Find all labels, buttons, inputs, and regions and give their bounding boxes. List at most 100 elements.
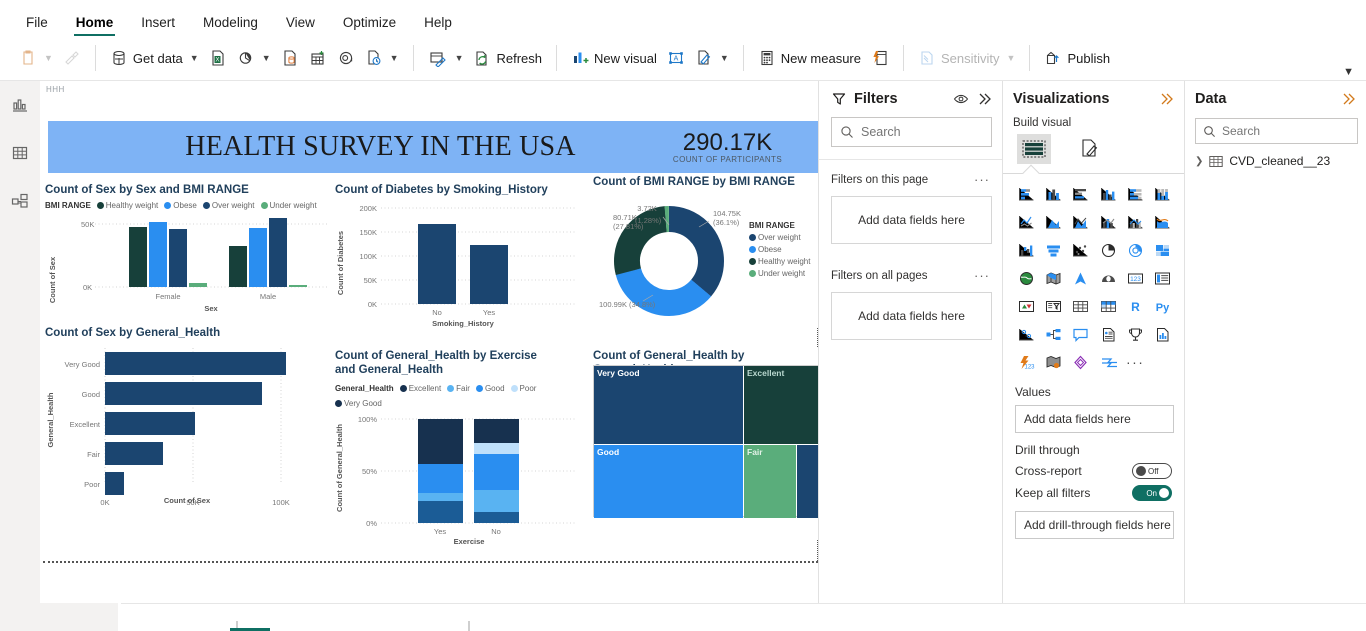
- map-icon[interactable]: [1013, 265, 1040, 291]
- paste-chevron-down-icon[interactable]: ▼: [44, 53, 53, 63]
- quick-measure-button[interactable]: [866, 45, 894, 71]
- stacked-column-chart-icon[interactable]: [1040, 181, 1067, 207]
- paginated-report-icon[interactable]: [1149, 321, 1176, 347]
- legend-item-healthy-weight[interactable]: Healthy weight: [96, 201, 158, 210]
- matrix-icon[interactable]: [1094, 293, 1121, 319]
- sidebar-item-model-view[interactable]: [5, 187, 35, 215]
- visual-count-of-general-health-by-exercise[interactable]: Count of General_Health by Exercise and …: [333, 347, 581, 546]
- drill-through-dropzone[interactable]: Add drill-through fields here: [1015, 511, 1174, 539]
- python-visual-icon[interactable]: Py: [1149, 293, 1176, 319]
- shapes-chevron-down-icon[interactable]: ▼: [720, 53, 729, 63]
- treemap-icon[interactable]: [1149, 237, 1176, 263]
- area-chart-icon[interactable]: [1040, 209, 1067, 235]
- legend-item-very-good[interactable]: Very Good: [335, 399, 382, 408]
- keep-all-filters-toggle[interactable]: On: [1132, 485, 1172, 501]
- legend-item-over-weight[interactable]: Over weight: [202, 201, 255, 210]
- power-automate-visual-icon[interactable]: 123: [1013, 349, 1040, 375]
- filters-all-dropzone[interactable]: Add data fields here: [831, 292, 992, 340]
- treemap-node-fair[interactable]: Fair: [744, 445, 796, 518]
- collapse-visualizations-pane-icon[interactable]: [1158, 92, 1174, 106]
- 100-stacked-column-chart-icon[interactable]: [1149, 181, 1176, 207]
- scatter-chart-icon[interactable]: [1067, 237, 1094, 263]
- ribbon-tab-file[interactable]: File: [12, 15, 62, 37]
- filters-page-dropzone[interactable]: Add data fields here: [831, 196, 992, 244]
- refresh-button[interactable]: Refresh: [468, 45, 547, 71]
- sidebar-item-table-view[interactable]: [5, 139, 35, 167]
- legend-item-obese[interactable]: Obese: [164, 201, 197, 210]
- cross-report-toggle[interactable]: Off: [1132, 463, 1172, 479]
- new-measure-button[interactable]: New measure: [753, 45, 866, 71]
- filters-search-input[interactable]: [861, 125, 983, 139]
- arcgis-plus-icon[interactable]: [1040, 349, 1067, 375]
- ribbon-tab-modeling[interactable]: Modeling: [189, 15, 272, 37]
- treemap-node-excellent[interactable]: Excellent: [744, 366, 818, 444]
- more-options-icon[interactable]: ···: [1122, 349, 1149, 375]
- ribbon-chart-icon[interactable]: [1149, 209, 1176, 235]
- clustered-column-chart-icon[interactable]: [1094, 181, 1121, 207]
- sidebar-item-report-view[interactable]: [5, 91, 35, 119]
- filters-all-more-options-icon[interactable]: ···: [974, 268, 990, 283]
- datasets-chevron-down-icon[interactable]: ▼: [262, 53, 271, 63]
- visual-count-of-diabetes-by-smoking-history[interactable]: Count of Diabetes by Smoking_History Cou…: [333, 181, 581, 331]
- legend-item-good[interactable]: Good: [475, 384, 505, 393]
- treemap-node-good[interactable]: Good: [594, 445, 743, 518]
- data-table-item[interactable]: ❯ CVD_cleaned__23: [1185, 144, 1366, 168]
- filters-page-more-options-icon[interactable]: ···: [974, 172, 990, 187]
- ribbon-tab-insert[interactable]: Insert: [127, 15, 189, 37]
- treemap-node-poor[interactable]: [797, 445, 818, 518]
- report-page[interactable]: HEALTH SURVEY IN THE USA 290.17K COUNT O…: [43, 121, 818, 563]
- line-chart-icon[interactable]: [1013, 209, 1040, 235]
- pie-chart-icon[interactable]: [1094, 237, 1121, 263]
- arcgis-map-icon[interactable]: [1094, 265, 1121, 291]
- excel-source-button[interactable]: X: [204, 45, 232, 71]
- collapse-data-pane-icon[interactable]: [1340, 92, 1356, 106]
- get-data-chevron-down-icon[interactable]: ▼: [190, 53, 199, 63]
- multi-row-card-icon[interactable]: [1149, 265, 1176, 291]
- recent-sources-button[interactable]: ▼: [360, 45, 404, 71]
- publish-button[interactable]: Publish: [1039, 45, 1115, 71]
- qa-visual-icon[interactable]: [1067, 321, 1094, 347]
- legend-item-over-weight[interactable]: Over weight: [749, 233, 810, 242]
- transform-data-chevron-down-icon[interactable]: ▼: [455, 53, 464, 63]
- stacked-bar-chart-icon[interactable]: [1013, 181, 1040, 207]
- donut-chart-icon[interactable]: [1122, 237, 1149, 263]
- clustered-bar-chart-icon[interactable]: [1067, 181, 1094, 207]
- hide-filters-eye-icon[interactable]: [953, 92, 969, 106]
- power-bi-datasets-button[interactable]: ▼: [232, 45, 276, 71]
- text-box-button[interactable]: A: [662, 45, 690, 71]
- legend-item-obese[interactable]: Obese: [749, 245, 810, 254]
- kpi-card[interactable]: 290.17K COUNT OF PARTICIPANTS: [643, 130, 818, 164]
- visual-count-of-sex-by-sex-and-bmi-range[interactable]: Count of Sex by Sex and BMI RANGE BMI RA…: [43, 181, 331, 326]
- shapes-button[interactable]: ▼: [690, 45, 734, 71]
- funnel-chart-icon[interactable]: [1040, 237, 1067, 263]
- visual-count-of-bmi-range-by-bmi-range[interactable]: Count of BMI RANGE by BMI RANGE 104.75K …: [591, 173, 818, 328]
- enter-data-button[interactable]: [304, 45, 332, 71]
- report-canvas[interactable]: HHH HEALTH SURVEY IN THE USA 290.17K COU…: [40, 81, 818, 603]
- ribbon-tab-help[interactable]: Help: [410, 15, 466, 37]
- filters-search-box[interactable]: [831, 117, 992, 147]
- decomposition-tree-icon[interactable]: [1040, 321, 1067, 347]
- legend-item-under-weight[interactable]: Under weight: [260, 201, 317, 210]
- get-data-button[interactable]: Get data ▼: [105, 45, 204, 71]
- format-painter-button[interactable]: [58, 45, 86, 71]
- legend-item-fair[interactable]: Fair: [447, 384, 470, 393]
- 100-stacked-bar-chart-icon[interactable]: [1122, 181, 1149, 207]
- transform-data-button[interactable]: ▼: [423, 45, 469, 71]
- paste-button[interactable]: ▼: [14, 45, 58, 71]
- ribbon-tab-optimize[interactable]: Optimize: [329, 15, 410, 37]
- tab-build-visual[interactable]: [1017, 134, 1051, 164]
- dataverse-button[interactable]: [332, 45, 360, 71]
- legend-item-healthy-weight[interactable]: Healthy weight: [749, 257, 810, 266]
- legend-item-under-weight[interactable]: Under weight: [749, 269, 810, 278]
- sql-server-button[interactable]: [276, 45, 304, 71]
- sensitivity-button[interactable]: Sensitivity ▼: [913, 45, 1020, 71]
- collapse-ribbon-chevron-icon[interactable]: ▼: [1343, 66, 1354, 78]
- azure-ml-icon[interactable]: [1067, 349, 1094, 375]
- card-icon[interactable]: 123: [1122, 265, 1149, 291]
- visual-count-of-sex-by-general-health[interactable]: Count of Sex by General_Health General_H…: [43, 324, 331, 514]
- recent-sources-chevron-down-icon[interactable]: ▼: [390, 53, 399, 63]
- azure-map-icon[interactable]: [1067, 265, 1094, 291]
- line-and-clustered-column-chart-icon[interactable]: [1122, 209, 1149, 235]
- legend-item-excellent[interactable]: Excellent: [399, 384, 441, 393]
- line-and-stacked-column-chart-icon[interactable]: [1094, 209, 1121, 235]
